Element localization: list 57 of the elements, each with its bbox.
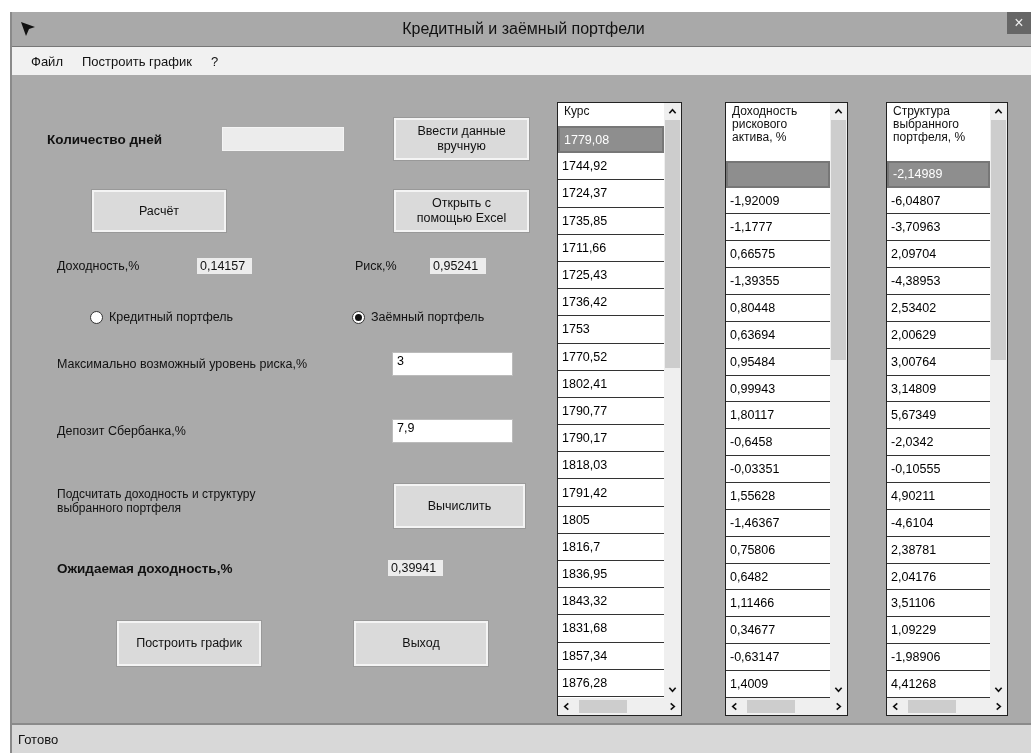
field-label: Доходность,% — [57, 259, 141, 273]
exit-button[interactable]: Выход — [354, 621, 488, 666]
status-bar: Готово — [12, 723, 1031, 753]
value-display: 0,39941 — [388, 560, 443, 576]
scrollbar-thumb[interactable] — [991, 120, 1006, 360]
scroll-left-icon[interactable] — [730, 702, 739, 711]
close-button[interactable]: × — [1007, 12, 1031, 34]
window-title: Кредитный и заёмный портфели — [401, 20, 646, 38]
scrollbar-thumb[interactable] — [908, 700, 956, 713]
scrollbar-thumb[interactable] — [579, 700, 627, 713]
menu-item[interactable]: Построить график — [80, 51, 193, 71]
radio-label: Кредитный портфель — [109, 310, 233, 324]
scrollbar-thumb[interactable] — [747, 700, 795, 713]
scroll-right-icon[interactable] — [994, 702, 1003, 711]
field-label: Риск,% — [355, 259, 398, 273]
scrollbar-thumb[interactable] — [665, 120, 680, 368]
data-list[interactable]: Доходность рискового актива, % -1,92009 -1,1777 0,66575 -1,39355 0,80448 0,63694 0,95484 0,99943 1,80117 -0,6458 -0,03351 1,55628 -1,46367 0,75806 0,6482 1,11466 0,34677 -0,63147 1,4009 — [725, 102, 848, 716]
scroll-down-icon[interactable] — [834, 685, 843, 694]
calculate-button[interactable]: Расчёт — [92, 190, 226, 232]
radio-option[interactable]: Кредитный портфель — [90, 310, 352, 324]
column-header: Доходность рискового актива, % — [731, 103, 799, 146]
data-list[interactable]: Курс 1779,08 1744,92 1724,37 1735,85 1711,66 1725,43 1736,42 1753 1770,52 1802,41 1790,77 1790,17 1818,03 1791,42 1805 1816,7 1836,95 1843,32 1831,68 1857,34 1876,28 — [557, 102, 682, 716]
field-label: Подсчитать доходность и структуру выбранного портфеля — [57, 487, 257, 515]
column-header: Курс — [563, 103, 591, 120]
scroll-right-icon[interactable] — [668, 702, 677, 711]
value-display: 0,95241 — [430, 258, 486, 274]
scroll-up-icon[interactable] — [834, 107, 843, 116]
field-label: Количество дней — [47, 131, 163, 147]
field-label: Максимально возможный уровень риска,% — [57, 357, 308, 371]
manual-input-button[interactable]: Ввести данные вручную — [394, 118, 529, 160]
menu-item[interactable]: ? — [209, 51, 220, 71]
input-field[interactable] — [222, 127, 344, 151]
scroll-left-icon[interactable] — [562, 702, 571, 711]
radio-button[interactable] — [90, 310, 103, 324]
scroll-down-icon[interactable] — [994, 685, 1003, 694]
scroll-right-icon[interactable] — [834, 702, 843, 711]
scroll-up-icon[interactable] — [994, 107, 1003, 116]
menu-item[interactable]: Файл — [30, 51, 64, 71]
build-chart-button[interactable]: Построить график — [117, 621, 261, 666]
compute-button[interactable]: Вычислить — [394, 484, 525, 528]
open-excel-button[interactable]: Открыть с помощью Excel — [394, 190, 529, 232]
input-field[interactable]: 7,9 — [392, 419, 513, 443]
column-header: Структура выбранного портфеля, % — [892, 103, 967, 146]
field-label: Депозит Сбербанка,% — [57, 424, 187, 438]
scrollbar-thumb[interactable] — [831, 120, 846, 360]
field-label: Ожидаемая доходность,% — [57, 560, 234, 576]
radio-option[interactable]: Заёмный портфель — [352, 310, 532, 324]
scroll-down-icon[interactable] — [668, 685, 677, 694]
list-cell[interactable] — [726, 160, 830, 188]
value-display: 0,14157 — [197, 258, 252, 274]
scroll-left-icon[interactable] — [891, 702, 900, 711]
radio-button[interactable] — [352, 310, 365, 324]
data-list[interactable]: Структура выбранного портфеля, % -2,14989 -6,04807 -3,70963 2,09704 -4,38953 2,53402 2,00629 3,00764 3,14809 5,67349 -2,0342 -0,10555 4,90211 -4,6104 2,38781 2,04176 3,51106 1,09229 -1,98906 4,41268 — [886, 102, 1008, 716]
arrow-cursor-icon — [20, 20, 36, 38]
input-field[interactable]: 3 — [392, 352, 513, 376]
radio-label: Заёмный портфель — [371, 310, 485, 324]
scroll-up-icon[interactable] — [668, 107, 677, 116]
